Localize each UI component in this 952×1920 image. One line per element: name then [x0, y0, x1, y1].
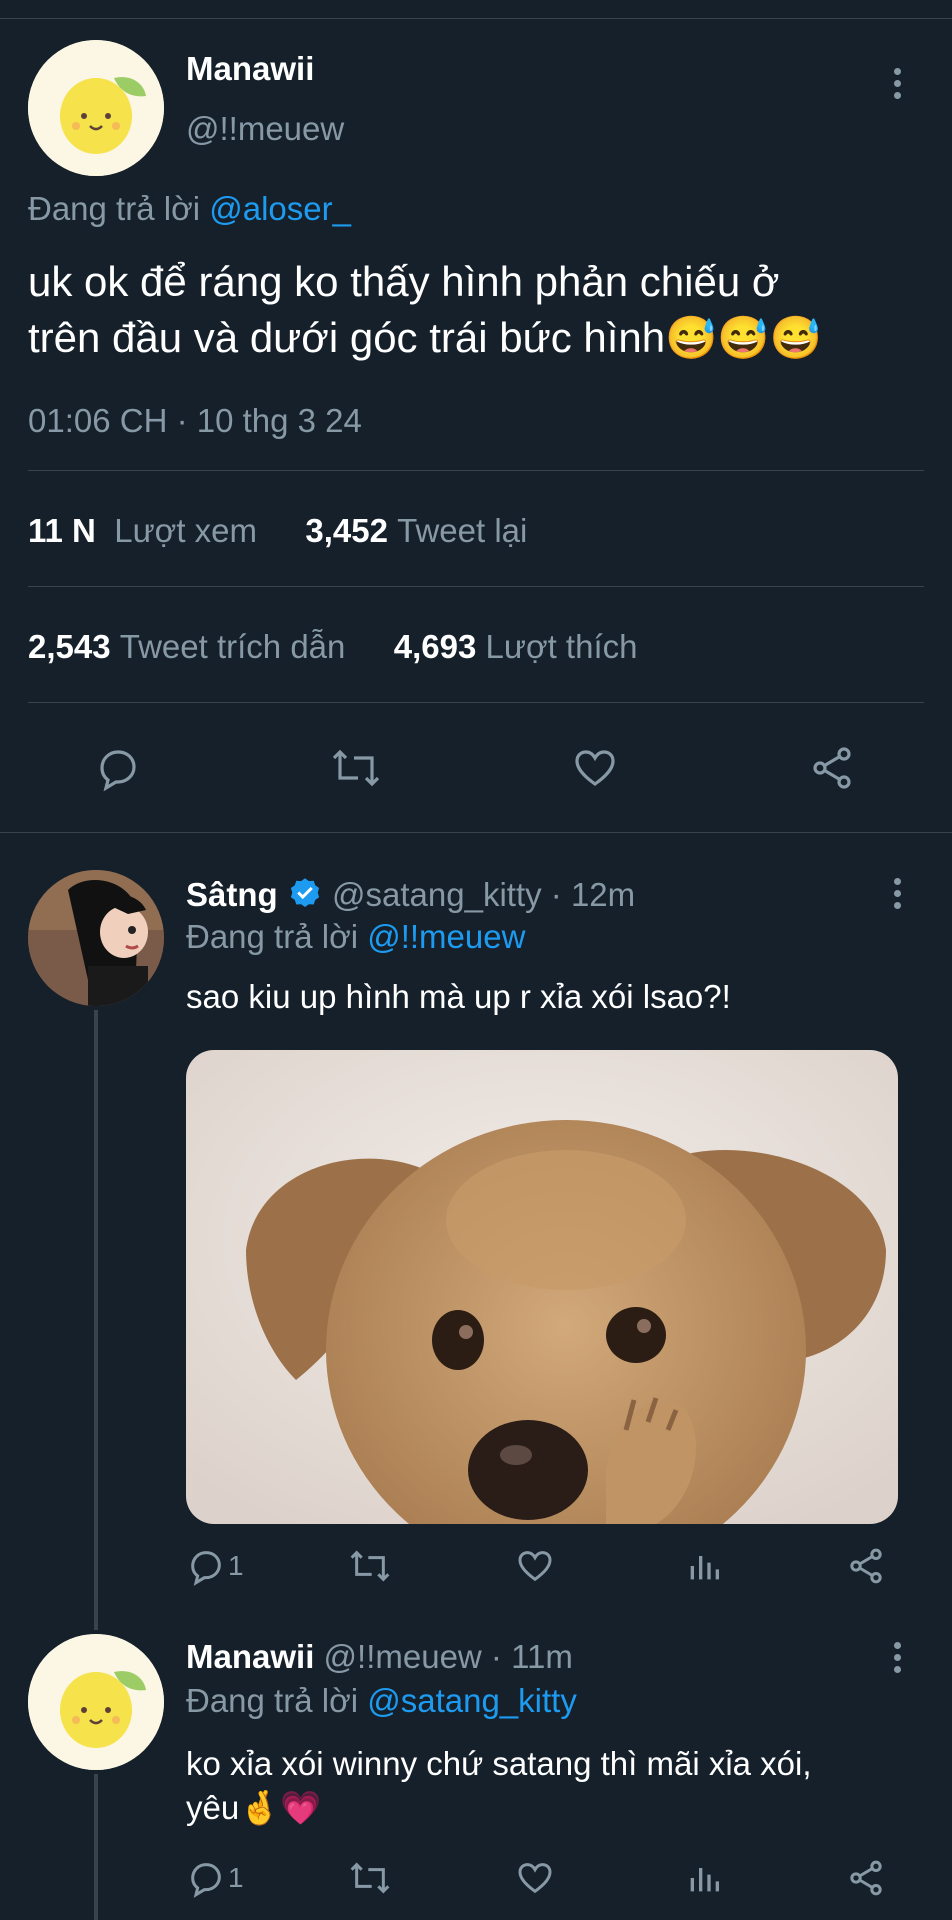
retweet-icon[interactable] — [348, 1546, 392, 1586]
views-stat[interactable]: 11 N Lượt xem — [28, 512, 257, 549]
sweat-smile-emojis: 😅😅😅 — [665, 314, 823, 361]
reply-context: Đang trả lời @satang_kitty — [186, 1682, 577, 1720]
tweet-text-line: trên đầu và dưới góc trái bức hình😅😅😅 — [28, 314, 823, 361]
reply-count: 1 — [228, 1862, 244, 1893]
tweet-text-line: uk ok để ráng ko thấy hình phản chiếu ở — [28, 258, 780, 305]
divider — [28, 470, 924, 471]
action-bar: 1 — [186, 1546, 898, 1590]
emojis: 🤞💗 — [239, 1789, 322, 1826]
section-divider — [0, 832, 952, 833]
reply-prefix: Đang trả lời — [186, 1682, 359, 1719]
quotes-stat[interactable]: 2,543 Tweet trích dẫn — [28, 628, 345, 665]
character-avatar-icon — [28, 870, 164, 1006]
reply-to-link[interactable]: @aloser_ — [209, 190, 351, 227]
analytics-icon[interactable] — [684, 1546, 724, 1586]
reply-prefix: Đang trả lời — [186, 918, 359, 955]
retweets-stat[interactable]: 3,452 Tweet lại — [305, 512, 527, 549]
avatar[interactable] — [28, 870, 164, 1006]
reply-prefix: Đang trả lời — [28, 190, 201, 227]
retweet-icon[interactable] — [330, 744, 382, 792]
reply-context: Đang trả lời @!!meuew — [186, 918, 525, 956]
reply-button[interactable]: 1 — [186, 1858, 244, 1898]
timestamp[interactable]: 01:06 CH · 10 thg 3 24 — [28, 402, 362, 440]
more-options-icon[interactable] — [892, 878, 902, 914]
tweet-header: Sâtng @satang_kitty · 12m — [186, 876, 635, 914]
reply-context: Đang trả lời @aloser_ — [28, 190, 351, 228]
reply-button[interactable]: 1 — [186, 1546, 244, 1586]
stats-row-2: 2,543 Tweet trích dẫn 4,693 Lượt thích — [28, 628, 637, 666]
thread-line — [94, 1010, 98, 1630]
tweet-header: Manawii @!!meuew · 11m — [186, 1638, 573, 1676]
action-bar: 1 — [186, 1858, 898, 1902]
thread-line — [94, 1774, 98, 1920]
share-icon[interactable] — [846, 1546, 886, 1586]
puppy-image — [186, 1050, 898, 1524]
tweet-text: uk ok để ráng ko thấy hình phản chiếu ở … — [28, 254, 928, 366]
reply-icon — [191, 1551, 221, 1586]
display-name[interactable]: Manawii — [186, 1638, 314, 1675]
reply-to-link[interactable]: @satang_kitty — [367, 1682, 577, 1719]
handle-time[interactable]: @!!meuew · 11m — [324, 1638, 573, 1675]
reply-icon[interactable] — [94, 744, 142, 792]
more-options-icon[interactable] — [892, 68, 902, 104]
likes-stat[interactable]: 4,693 Lượt thích — [394, 628, 638, 665]
handle[interactable]: @!!meuew — [186, 110, 344, 148]
attached-image[interactable] — [186, 1050, 898, 1524]
stats-row-1: 11 N Lượt xem 3,452 Tweet lại — [28, 512, 527, 550]
avatar[interactable] — [28, 40, 164, 176]
heart-icon[interactable] — [514, 1546, 556, 1586]
reply-count: 1 — [228, 1550, 244, 1581]
more-options-icon[interactable] — [892, 1642, 902, 1678]
lemon-avatar-icon — [28, 40, 164, 176]
share-icon[interactable] — [808, 744, 856, 792]
divider — [28, 702, 924, 703]
share-icon[interactable] — [846, 1858, 886, 1898]
lemon-avatar-icon — [28, 1634, 164, 1770]
reply-icon — [191, 1863, 221, 1898]
heart-icon[interactable] — [514, 1858, 556, 1898]
display-name[interactable]: Manawii — [186, 50, 314, 88]
retweet-icon[interactable] — [348, 1858, 392, 1898]
display-name[interactable]: Sâtng — [186, 876, 278, 913]
tweet-text-line: yêu🤞💗 — [186, 1789, 322, 1826]
avatar[interactable] — [28, 1634, 164, 1770]
handle-time[interactable]: @satang_kitty · 12m — [332, 876, 635, 913]
tweet-text: ko xỉa xói winny chứ satang thì mãi xỉa … — [186, 1742, 926, 1830]
tweet-text: sao kiu up hình mà up r xỉa xói lsao?! — [186, 978, 731, 1015]
verified-badge-icon — [290, 878, 319, 908]
divider — [28, 586, 924, 587]
heart-icon[interactable] — [570, 744, 620, 792]
top-divider — [0, 18, 952, 19]
tweet-text-line: ko xỉa xói winny chứ satang thì mãi xỉa … — [186, 1745, 812, 1782]
reply-to-link[interactable]: @!!meuew — [367, 918, 525, 955]
analytics-icon[interactable] — [684, 1858, 724, 1898]
